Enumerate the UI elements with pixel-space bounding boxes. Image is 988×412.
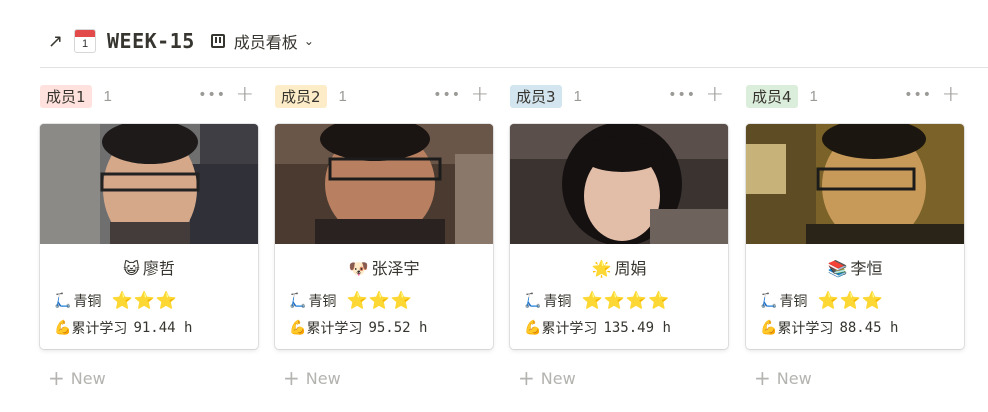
plus-icon: + xyxy=(283,366,300,390)
member-name: 📚 李恒 xyxy=(827,259,883,278)
study-hours: 135.49 h xyxy=(603,320,671,336)
card-cover-photo xyxy=(746,124,964,244)
member-card[interactable]: 🐶 张泽宇 🛴 青铜 ⭐⭐⭐ 💪 累计学习 95.52 h xyxy=(275,124,493,349)
add-card-icon[interactable]: + xyxy=(706,82,724,107)
view-selector[interactable]: 成员看板 ⌄ xyxy=(210,29,314,53)
study-row: 💪 累计学习 91.44 h xyxy=(54,318,192,338)
column-header: 成员1 1 ••• + xyxy=(40,82,258,108)
star-icon: 🌟 xyxy=(591,259,612,278)
board-column: 成员4 1 ••• + 📚 李恒 🛴 青铜 ⭐⭐⭐ 💪 累计学习 88.45 h… xyxy=(746,82,964,390)
page-header: ↗ 1 WEEK-15 成员看板 ⌄ xyxy=(48,26,314,56)
column-tag[interactable]: 成员4 xyxy=(746,84,798,108)
board-view-icon xyxy=(210,34,225,48)
muscle-icon: 💪 xyxy=(524,320,542,336)
rank-row: 🛴 青铜 ⭐⭐⭐ xyxy=(54,291,178,311)
column-tag[interactable]: 成员1 xyxy=(40,84,92,108)
column-count: 1 xyxy=(809,87,818,105)
member-card[interactable]: 🌟 周娟 🛴 青铜 ⭐⭐⭐⭐ 💪 累计学习 135.49 h xyxy=(510,124,728,349)
column-tag[interactable]: 成员3 xyxy=(510,84,562,108)
board-column: 成员2 1 ••• + 🐶 张泽宇 🛴 青铜 ⭐⭐⭐ 💪 累计学习 95.52 … xyxy=(275,82,493,390)
more-icon[interactable]: ••• xyxy=(433,87,461,103)
chevron-down-icon: ⌄ xyxy=(303,34,314,48)
new-card-button[interactable]: + New xyxy=(48,366,106,390)
column-header: 成员3 1 ••• + xyxy=(510,82,728,108)
scooter-icon: 🛴 xyxy=(760,293,778,309)
card-cover-photo xyxy=(275,124,493,244)
books-icon: 📚 xyxy=(827,259,848,278)
more-icon[interactable]: ••• xyxy=(904,87,932,103)
more-icon[interactable]: ••• xyxy=(198,87,226,103)
muscle-icon: 💪 xyxy=(289,320,307,336)
study-row: 💪 累计学习 88.45 h xyxy=(760,318,898,338)
card-cover-photo xyxy=(40,124,258,244)
rank-row: 🛴 青铜 ⭐⭐⭐ xyxy=(760,291,884,311)
cat-icon: 😺 xyxy=(123,259,140,278)
member-card[interactable]: 😺 廖哲 🛴 青铜 ⭐⭐⭐ 💪 累计学习 91.44 h xyxy=(40,124,258,349)
add-card-icon[interactable]: + xyxy=(471,82,489,107)
member-card[interactable]: 📚 李恒 🛴 青铜 ⭐⭐⭐ 💪 累计学习 88.45 h xyxy=(746,124,964,349)
member-name: 🌟 周娟 xyxy=(591,259,647,278)
view-name: 成员看板 xyxy=(233,33,298,52)
new-card-button[interactable]: + New xyxy=(754,366,812,390)
column-count: 1 xyxy=(103,87,112,105)
add-card-icon[interactable]: + xyxy=(236,82,254,107)
rank-label: 青铜 xyxy=(543,294,572,310)
new-card-button[interactable]: + New xyxy=(283,366,341,390)
column-header: 成员4 1 ••• + xyxy=(746,82,964,108)
study-row: 💪 累计学习 135.49 h xyxy=(524,318,671,338)
study-label: 累计学习 xyxy=(71,321,128,337)
muscle-icon: 💪 xyxy=(54,320,72,336)
study-label: 累计学习 xyxy=(541,321,598,337)
star-rating: ⭐⭐⭐ xyxy=(111,291,178,311)
star-rating: ⭐⭐⭐ xyxy=(346,291,413,311)
rank-row: 🛴 青铜 ⭐⭐⭐ xyxy=(289,291,413,311)
rank-label: 青铜 xyxy=(308,294,337,310)
column-count: 1 xyxy=(338,87,347,105)
study-hours: 91.44 h xyxy=(133,320,193,336)
calendar-icon: 1 xyxy=(74,29,96,53)
rank-label: 青铜 xyxy=(779,294,808,310)
open-arrow-icon[interactable]: ↗ xyxy=(48,31,66,52)
study-label: 累计学习 xyxy=(306,321,363,337)
card-cover-photo xyxy=(510,124,728,244)
new-card-button[interactable]: + New xyxy=(518,366,576,390)
scooter-icon: 🛴 xyxy=(524,293,542,309)
muscle-icon: 💪 xyxy=(760,320,778,336)
scooter-icon: 🛴 xyxy=(54,293,72,309)
rank-row: 🛴 青铜 ⭐⭐⭐⭐ xyxy=(524,291,670,311)
header-divider xyxy=(40,67,988,68)
column-header: 成员2 1 ••• + xyxy=(275,82,493,108)
plus-icon: + xyxy=(48,366,65,390)
study-hours: 88.45 h xyxy=(839,320,899,336)
scooter-icon: 🛴 xyxy=(289,293,307,309)
board-column: 成员1 1 ••• + 😺 廖哲 🛴 青铜 ⭐⭐⭐ 💪 累计学习 91.44 h… xyxy=(40,82,258,390)
study-label: 累计学习 xyxy=(777,321,834,337)
add-card-icon[interactable]: + xyxy=(942,82,960,107)
study-hours: 95.52 h xyxy=(368,320,428,336)
member-name: 😺 廖哲 xyxy=(123,259,175,278)
star-rating: ⭐⭐⭐ xyxy=(817,291,884,311)
board-column: 成员3 1 ••• + 🌟 周娟 🛴 青铜 ⭐⭐⭐⭐ 💪 累计学习 135.49… xyxy=(510,82,728,390)
more-icon[interactable]: ••• xyxy=(668,87,696,103)
member-name: 🐶 张泽宇 xyxy=(348,259,420,278)
column-tag[interactable]: 成员2 xyxy=(275,84,327,108)
plus-icon: + xyxy=(518,366,535,390)
rank-label: 青铜 xyxy=(73,294,102,310)
study-row: 💪 累计学习 95.52 h xyxy=(289,318,427,338)
plus-icon: + xyxy=(754,366,771,390)
page-title: WEEK-15 xyxy=(107,29,195,53)
star-rating: ⭐⭐⭐⭐ xyxy=(581,291,671,311)
column-count: 1 xyxy=(573,87,582,105)
dog-icon: 🐶 xyxy=(348,259,369,278)
